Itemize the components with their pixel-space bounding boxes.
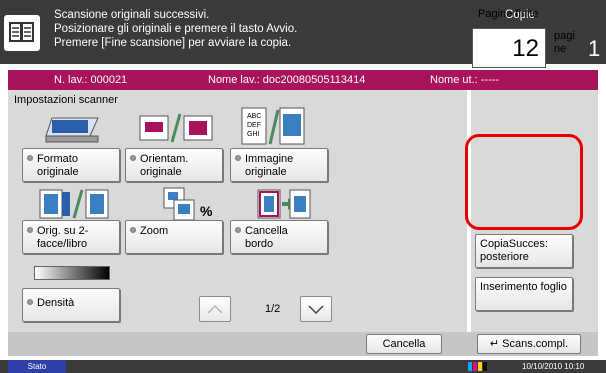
finished-pages-label: Pagine finite: [478, 8, 539, 20]
job-number: N. lav.: 000021: [54, 74, 128, 86]
option-bullet: [27, 299, 33, 305]
duplex-book-icon: [38, 188, 112, 220]
header-message-line: Premere [Fine scansione] per avviare la …: [54, 37, 292, 49]
insert-sheet-button[interactable]: Inserimento foglio: [475, 277, 573, 311]
chevron-up-icon: [207, 304, 223, 314]
density-button[interactable]: Densità: [22, 288, 120, 322]
border-erase-button[interactable]: Cancella bordo: [230, 220, 328, 254]
option-bullet: [235, 155, 241, 161]
original-size-icon: [44, 112, 104, 146]
finished-pages-count: 12: [512, 35, 539, 62]
option-label: Immagine originale: [245, 153, 294, 178]
option-bullet: [130, 227, 136, 233]
scan-complete-button[interactable]: ↵ Scans.compl.: [477, 334, 581, 354]
original-orientation-icon: [138, 112, 214, 146]
user-name: Nome ut.: -----: [430, 74, 500, 86]
panel-title: Impostazioni scanner: [14, 94, 118, 106]
copy-after-button[interactable]: CopiaSucces: posteriore: [475, 234, 573, 268]
copies-count: 1: [588, 36, 601, 61]
original-orientation-button[interactable]: Orientam. originale: [125, 148, 223, 182]
svg-text:GHI: GHI: [247, 131, 260, 138]
job-name: Nome lav.: doc20080505113414: [208, 74, 366, 86]
original-size-button[interactable]: Formato originale: [22, 148, 120, 182]
option-bullet: [235, 227, 241, 233]
duplex-book-button[interactable]: Orig. su 2-facce/libro: [22, 220, 120, 254]
status-bar: Stato 10/10/2010 10:10: [0, 360, 606, 373]
border-erase-icon: [256, 186, 312, 222]
finished-pages-display: 12: [472, 28, 546, 68]
option-label: Zoom: [140, 225, 169, 237]
cancel-button[interactable]: Cancella: [366, 334, 442, 354]
zoom-icon: %: [162, 186, 222, 222]
header-message: Scansione originali successivi. Posizion…: [54, 8, 297, 50]
original-image-button[interactable]: Immagine originale: [230, 148, 328, 182]
option-bullet: [27, 155, 33, 161]
copy-mode-icon: [4, 15, 40, 51]
enter-arrow-icon: ↵: [489, 338, 503, 350]
option-label: Formato originale: [37, 153, 79, 178]
status-button[interactable]: Stato: [8, 360, 66, 373]
option-label: Cancella bordo: [245, 225, 288, 250]
option-label: Densità: [37, 297, 75, 309]
svg-text:ABC: ABC: [247, 113, 261, 120]
density-icon: [34, 266, 110, 280]
job-info-bar: N. lav.: 000021 Nome lav.: doc2008050511…: [8, 70, 598, 90]
finished-pages-unit: pagine: [554, 30, 575, 55]
option-bullet: [130, 155, 136, 161]
header-message-line: Posizionare gli originali e premere il t…: [54, 23, 298, 35]
page-down-button[interactable]: [300, 296, 332, 322]
page-up-button[interactable]: [199, 296, 231, 322]
header-message-line: Scansione originali successivi.: [54, 9, 210, 21]
option-label: Orig. su 2-facce/libro: [37, 225, 89, 250]
datetime: 10/10/2010 10:10: [522, 362, 585, 371]
original-image-icon: ABC DEF GHI: [240, 106, 306, 148]
scan-complete-label: Scans.compl.: [502, 338, 569, 350]
option-bullet: [27, 227, 33, 233]
zoom-button[interactable]: Zoom: [125, 220, 223, 254]
highlight-outline: [465, 134, 583, 230]
toner-level-icon: [468, 362, 490, 371]
svg-text:%: %: [200, 203, 213, 219]
chevron-down-icon: [308, 305, 324, 315]
option-label: Orientam. originale: [140, 153, 189, 178]
svg-text:DEF: DEF: [247, 122, 261, 129]
page-indicator: 1/2: [265, 303, 281, 315]
